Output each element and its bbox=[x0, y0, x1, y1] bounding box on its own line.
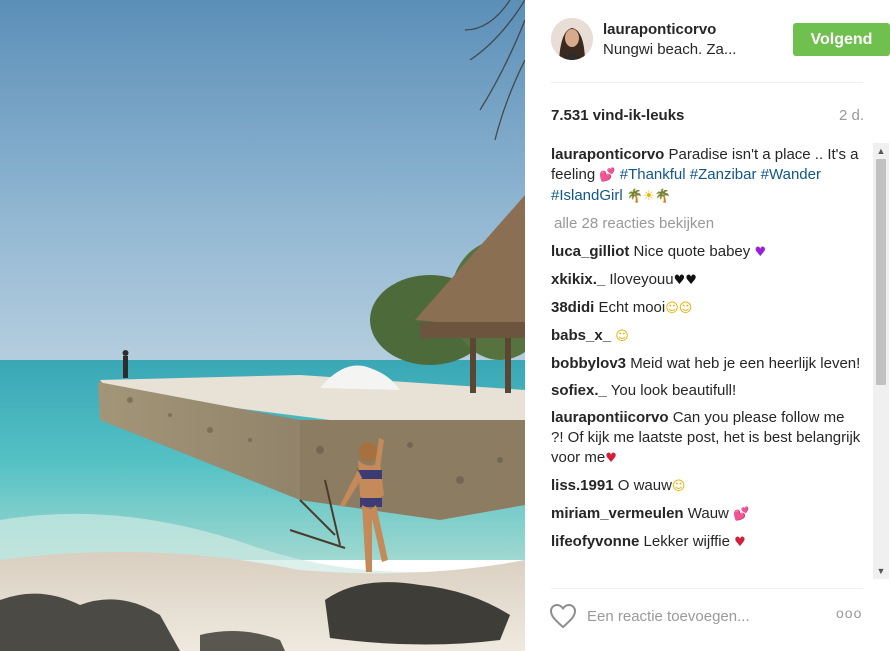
smile-emoji: ☺☺ bbox=[665, 301, 693, 316]
comment-item: bobbylov3 Meid wat heb je een heerlijk l… bbox=[551, 354, 861, 374]
comment-username[interactable]: babs_x_ bbox=[551, 327, 611, 344]
heart-emoji: ♥ bbox=[605, 451, 617, 466]
comments-list[interactable]: lauraponticorvo Paradise isn't a place .… bbox=[551, 145, 861, 578]
heart-emoji: ♥ bbox=[734, 535, 746, 550]
comment-username[interactable]: 38didi bbox=[551, 299, 594, 316]
heart-eyes-emoji: ☺ bbox=[671, 479, 686, 494]
comment-item: laurapontiicorvo Can you please follow m… bbox=[551, 408, 861, 469]
comment-username[interactable]: miriam_vermeulen bbox=[551, 505, 684, 522]
scroll-up-arrow-icon[interactable]: ▲ bbox=[873, 143, 889, 159]
hashtag-thankful[interactable]: #Thankful bbox=[620, 166, 686, 183]
hashtag-islandgirl[interactable]: #IslandGirl bbox=[551, 187, 623, 204]
caption: lauraponticorvo Paradise isn't a place .… bbox=[551, 145, 861, 207]
comment-text: You look beautifull! bbox=[610, 382, 737, 399]
comment-text: O wauw bbox=[617, 477, 672, 494]
two-hearts-emoji: 💕 bbox=[599, 168, 616, 183]
comment-username[interactable]: sofiex._ bbox=[551, 382, 607, 399]
comment-text: Lekker wijffie bbox=[643, 533, 730, 550]
purple-heart-emoji: ♥ bbox=[754, 245, 767, 260]
username-link[interactable]: lauraponticorvo bbox=[603, 21, 716, 38]
avatar[interactable] bbox=[551, 18, 593, 60]
post-time[interactable]: 2 d. bbox=[839, 107, 864, 124]
comment-item: xkikix._ Iloveyouu♥♥ bbox=[551, 270, 861, 291]
avatar-image bbox=[551, 18, 593, 60]
like-button[interactable] bbox=[549, 603, 577, 629]
comment-item: liss.1991 O wauw☺ bbox=[551, 476, 861, 497]
comment-item: 38didi Echt mooi☺☺ bbox=[551, 298, 861, 319]
scroll-thumb[interactable] bbox=[876, 159, 886, 385]
heart-eyes-emoji: ☺ bbox=[615, 329, 629, 344]
comment-username[interactable]: lifeofyvonne bbox=[551, 533, 639, 550]
comment-text: Nice quote babey bbox=[633, 243, 751, 260]
comment-text: Wauw bbox=[687, 505, 729, 522]
comment-item: sofiex._ You look beautifull! bbox=[551, 381, 861, 401]
post-detail-panel: lauraponticorvo Nungwi beach. Za... Volg… bbox=[525, 0, 890, 651]
hashtag-zanzibar[interactable]: #Zanzibar bbox=[690, 166, 757, 183]
likes-count[interactable]: 7.531 vind-ik-leuks bbox=[551, 107, 684, 124]
comment-text: Iloveyouu bbox=[609, 271, 674, 288]
heart-outline-icon bbox=[549, 603, 577, 629]
follow-button[interactable]: Volgend bbox=[793, 23, 890, 56]
post-header: lauraponticorvo Nungwi beach. Za... Volg… bbox=[551, 18, 890, 62]
view-all-comments-link[interactable]: alle 28 reacties bekijken bbox=[554, 214, 861, 234]
scroll-down-arrow-icon[interactable]: ▼ bbox=[873, 563, 889, 579]
hashtag-wander[interactable]: #Wander bbox=[761, 166, 821, 183]
beach-photo bbox=[0, 0, 525, 651]
comment-username[interactable]: laurapontiicorvo bbox=[551, 409, 669, 426]
comment-item: babs_x_ ☺ bbox=[551, 326, 861, 347]
palm-sun-emoji: 🌴☀🌴 bbox=[626, 189, 671, 204]
caption-username[interactable]: lauraponticorvo bbox=[551, 146, 664, 163]
comment-text: Echt mooi bbox=[598, 299, 666, 316]
more-options-icon[interactable]: ooo bbox=[836, 605, 862, 621]
comment-item: luca_gilliot Nice quote babey ♥ bbox=[551, 242, 861, 263]
comment-text: Meid wat heb je een heerlijk leven! bbox=[630, 355, 861, 372]
two-hearts-emoji: 💕 bbox=[733, 507, 750, 522]
post-photo[interactable] bbox=[0, 0, 525, 651]
comment-username[interactable]: liss.1991 bbox=[551, 477, 614, 494]
comment-item: miriam_vermeulen Wauw 💕 bbox=[551, 504, 861, 525]
add-comment-input[interactable] bbox=[587, 604, 807, 628]
comment-username[interactable]: luca_gilliot bbox=[551, 243, 629, 260]
comments-scrollbar[interactable]: ▲ ▼ bbox=[873, 143, 889, 579]
comment-username[interactable]: xkikix._ bbox=[551, 271, 605, 288]
black-hearts-emoji: ♥♥ bbox=[673, 273, 697, 288]
comment-item: lifeofyvonne Lekker wijffie ♥ bbox=[551, 532, 861, 553]
comment-username[interactable]: bobbylov3 bbox=[551, 355, 626, 372]
location-link[interactable]: Nungwi beach. Za... bbox=[603, 41, 736, 58]
divider bbox=[551, 82, 863, 83]
divider bbox=[551, 588, 863, 589]
